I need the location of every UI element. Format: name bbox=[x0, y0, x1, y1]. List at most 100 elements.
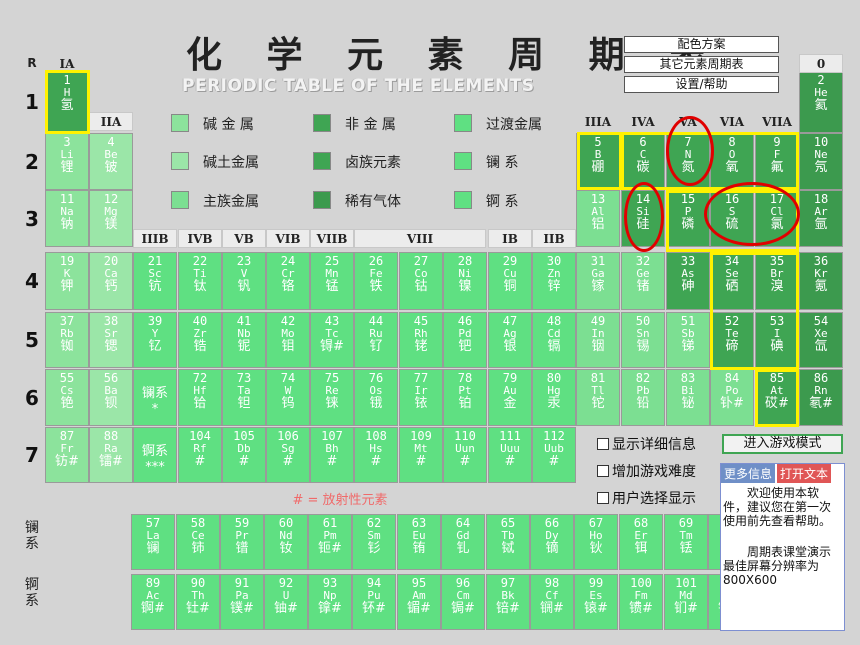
element-cell-tm[interactable]: 69 Tm 铥 bbox=[664, 514, 708, 570]
element-cell-ar[interactable]: 18 Ar 氩 bbox=[799, 190, 843, 247]
element-cell-uuu[interactable]: 111 Uuu # bbox=[488, 427, 532, 483]
element-cell-am[interactable]: 95 Am 镅# bbox=[397, 574, 441, 630]
element-cell-es[interactable]: 99 Es 锿# bbox=[574, 574, 618, 630]
element-cell-k[interactable]: 19 K 钾 bbox=[45, 252, 89, 310]
element-cell-mg[interactable]: 12 Mg 镁 bbox=[89, 190, 133, 247]
color-scheme-button[interactable]: 配色方案 bbox=[624, 36, 779, 53]
element-cell-ra[interactable]: 88 Ra 镭# bbox=[89, 427, 133, 483]
element-cell-pr[interactable]: 59 Pr 镨 bbox=[220, 514, 264, 570]
element-cell-cm[interactable]: 96 Cm 锔# bbox=[441, 574, 485, 630]
game-mode-button[interactable]: 进入游戏模式 bbox=[722, 434, 843, 454]
element-cell-xe[interactable]: 54 Xe 氙 bbox=[799, 312, 843, 368]
element-cell-la[interactable]: 57 La 镧 bbox=[131, 514, 175, 570]
element-cell-dy[interactable]: 66 Dy 镝 bbox=[530, 514, 574, 570]
element-cell-rb[interactable]: 37 Rb 铷 bbox=[45, 312, 89, 368]
element-cell-tl[interactable]: 81 Tl 铊 bbox=[576, 369, 620, 426]
element-cell-nb[interactable]: 41 Nb 铌 bbox=[222, 312, 266, 368]
element-cell-mo[interactable]: 42 Mo 钼 bbox=[266, 312, 310, 368]
element-cell-fe[interactable]: 26 Fe 铁 bbox=[354, 252, 398, 310]
element-cell-po[interactable]: 84 Po 钋# bbox=[710, 369, 754, 426]
element-cell-ba[interactable]: 56 Ba 钡 bbox=[89, 369, 133, 426]
element-cell-sc[interactable]: 21 Sc 钪 bbox=[133, 252, 177, 310]
element-cell-hg[interactable]: 80 Hg 汞 bbox=[532, 369, 576, 426]
element-cell-li[interactable]: 3 Li 锂 bbox=[45, 133, 89, 190]
element-cell-md[interactable]: 101 Md 钔# bbox=[664, 574, 708, 630]
user-select-checkbox[interactable]: 用户选择显示 bbox=[597, 488, 696, 508]
element-cell-al[interactable]: 13 Al 铝 bbox=[576, 190, 620, 247]
element-cell-re[interactable]: 75 Re 铼 bbox=[310, 369, 354, 426]
element-cell-cr[interactable]: 24 Cr 铬 bbox=[266, 252, 310, 310]
checkbox-box[interactable] bbox=[597, 465, 609, 477]
element-cell-os[interactable]: 76 Os 锇 bbox=[354, 369, 398, 426]
element-cell-na[interactable]: 11 Na 钠 bbox=[45, 190, 89, 247]
element-cell-v[interactable]: 23 V 钒 bbox=[222, 252, 266, 310]
element-cell-hf[interactable]: 72 Hf 铪 bbox=[178, 369, 222, 426]
element-cell-mt[interactable]: 109 Mt # bbox=[399, 427, 443, 483]
element-cell-rf[interactable]: 104 Rf # bbox=[178, 427, 222, 483]
element-cell-fm[interactable]: 100 Fm 镄# bbox=[619, 574, 663, 630]
element-cell-sb[interactable]: 51 Sb 锑 bbox=[666, 312, 710, 368]
element-cell-tc[interactable]: 43 Tc 锝# bbox=[310, 312, 354, 368]
element-cell-gd[interactable]: 64 Gd 钆 bbox=[441, 514, 485, 570]
element-cell-co[interactable]: 27 Co 钴 bbox=[399, 252, 443, 310]
element-cell-np[interactable]: 93 Np 镎# bbox=[308, 574, 352, 630]
element-cell-db[interactable]: 105 Db # bbox=[222, 427, 266, 483]
element-cell-ne[interactable]: 10 Ne 氖 bbox=[799, 133, 843, 190]
element-cell-lanthanide-series[interactable]: 镧系 * bbox=[133, 369, 177, 426]
element-cell-mn[interactable]: 25 Mn 锰 bbox=[310, 252, 354, 310]
element-cell-cf[interactable]: 98 Cf 锎# bbox=[530, 574, 574, 630]
element-cell-th[interactable]: 90 Th 钍# bbox=[176, 574, 220, 630]
element-cell-au[interactable]: 79 Au 金 bbox=[488, 369, 532, 426]
element-cell-cu[interactable]: 29 Cu 铜 bbox=[488, 252, 532, 310]
element-cell-fr[interactable]: 87 Fr 钫# bbox=[45, 427, 89, 483]
element-cell-ir[interactable]: 77 Ir 铱 bbox=[399, 369, 443, 426]
element-cell-ge[interactable]: 32 Ge 锗 bbox=[621, 252, 665, 310]
element-cell-zn[interactable]: 30 Zn 锌 bbox=[532, 252, 576, 310]
element-cell-pm[interactable]: 61 Pm 钷# bbox=[308, 514, 352, 570]
element-cell-cd[interactable]: 48 Cd 镉 bbox=[532, 312, 576, 368]
settings-help-button[interactable]: 设置/帮助 bbox=[624, 76, 779, 93]
checkbox-box[interactable] bbox=[597, 492, 609, 504]
element-cell-ca[interactable]: 20 Ca 钙 bbox=[89, 252, 133, 310]
element-cell-ru[interactable]: 44 Ru 钌 bbox=[354, 312, 398, 368]
element-cell-ta[interactable]: 73 Ta 钽 bbox=[222, 369, 266, 426]
element-cell-er[interactable]: 68 Er 铒 bbox=[619, 514, 663, 570]
element-cell-ce[interactable]: 58 Ce 铈 bbox=[176, 514, 220, 570]
show-details-checkbox[interactable]: 显示详细信息 bbox=[597, 434, 696, 454]
element-cell-ac[interactable]: 89 Ac 锕# bbox=[131, 574, 175, 630]
open-text-tab[interactable]: 打开文本 bbox=[777, 464, 832, 483]
element-cell-zr[interactable]: 40 Zr 锆 bbox=[178, 312, 222, 368]
element-cell-sr[interactable]: 38 Sr 锶 bbox=[89, 312, 133, 368]
element-cell-sn[interactable]: 50 Sn 锡 bbox=[621, 312, 665, 368]
element-cell-pd[interactable]: 46 Pd 钯 bbox=[443, 312, 487, 368]
element-cell-u[interactable]: 92 U 铀# bbox=[264, 574, 308, 630]
element-cell-ga[interactable]: 31 Ga 镓 bbox=[576, 252, 620, 310]
element-cell-pb[interactable]: 82 Pb 铅 bbox=[621, 369, 665, 426]
element-cell-sm[interactable]: 62 Sm 钐 bbox=[352, 514, 396, 570]
element-cell-eu[interactable]: 63 Eu 铕 bbox=[397, 514, 441, 570]
element-cell-pa[interactable]: 91 Pa 镤# bbox=[220, 574, 264, 630]
element-cell-kr[interactable]: 36 Kr 氪 bbox=[799, 252, 843, 310]
element-cell-he[interactable]: 2 He 氦 bbox=[799, 71, 843, 133]
element-cell-pt[interactable]: 78 Pt 铂 bbox=[443, 369, 487, 426]
element-cell-bi[interactable]: 83 Bi 铋 bbox=[666, 369, 710, 426]
element-cell-ag[interactable]: 47 Ag 银 bbox=[488, 312, 532, 368]
add-difficulty-checkbox[interactable]: 增加游戏难度 bbox=[597, 461, 696, 481]
other-tables-button[interactable]: 其它元素周期表 bbox=[624, 56, 779, 73]
element-cell-pu[interactable]: 94 Pu 钚# bbox=[352, 574, 396, 630]
element-cell-bk[interactable]: 97 Bk 锫# bbox=[486, 574, 530, 630]
element-cell-be[interactable]: 4 Be 铍 bbox=[89, 133, 133, 190]
element-cell-ho[interactable]: 67 Ho 钬 bbox=[574, 514, 618, 570]
element-cell-cs[interactable]: 55 Cs 铯 bbox=[45, 369, 89, 426]
element-cell-as[interactable]: 33 As 砷 bbox=[666, 252, 710, 310]
element-cell-rn[interactable]: 86 Rn 氡# bbox=[799, 369, 843, 426]
element-cell-nd[interactable]: 60 Nd 钕 bbox=[264, 514, 308, 570]
element-cell-ti[interactable]: 22 Ti 钛 bbox=[178, 252, 222, 310]
element-cell-ni[interactable]: 28 Ni 镍 bbox=[443, 252, 487, 310]
element-cell-rh[interactable]: 45 Rh 铑 bbox=[399, 312, 443, 368]
element-cell-bh[interactable]: 107 Bh # bbox=[310, 427, 354, 483]
element-cell-actinide-series[interactable]: 锕系 *** bbox=[133, 427, 177, 483]
checkbox-box[interactable] bbox=[597, 438, 609, 450]
element-cell-uub[interactable]: 112 Uub # bbox=[532, 427, 576, 483]
more-info-tab[interactable]: 更多信息 bbox=[721, 464, 776, 483]
